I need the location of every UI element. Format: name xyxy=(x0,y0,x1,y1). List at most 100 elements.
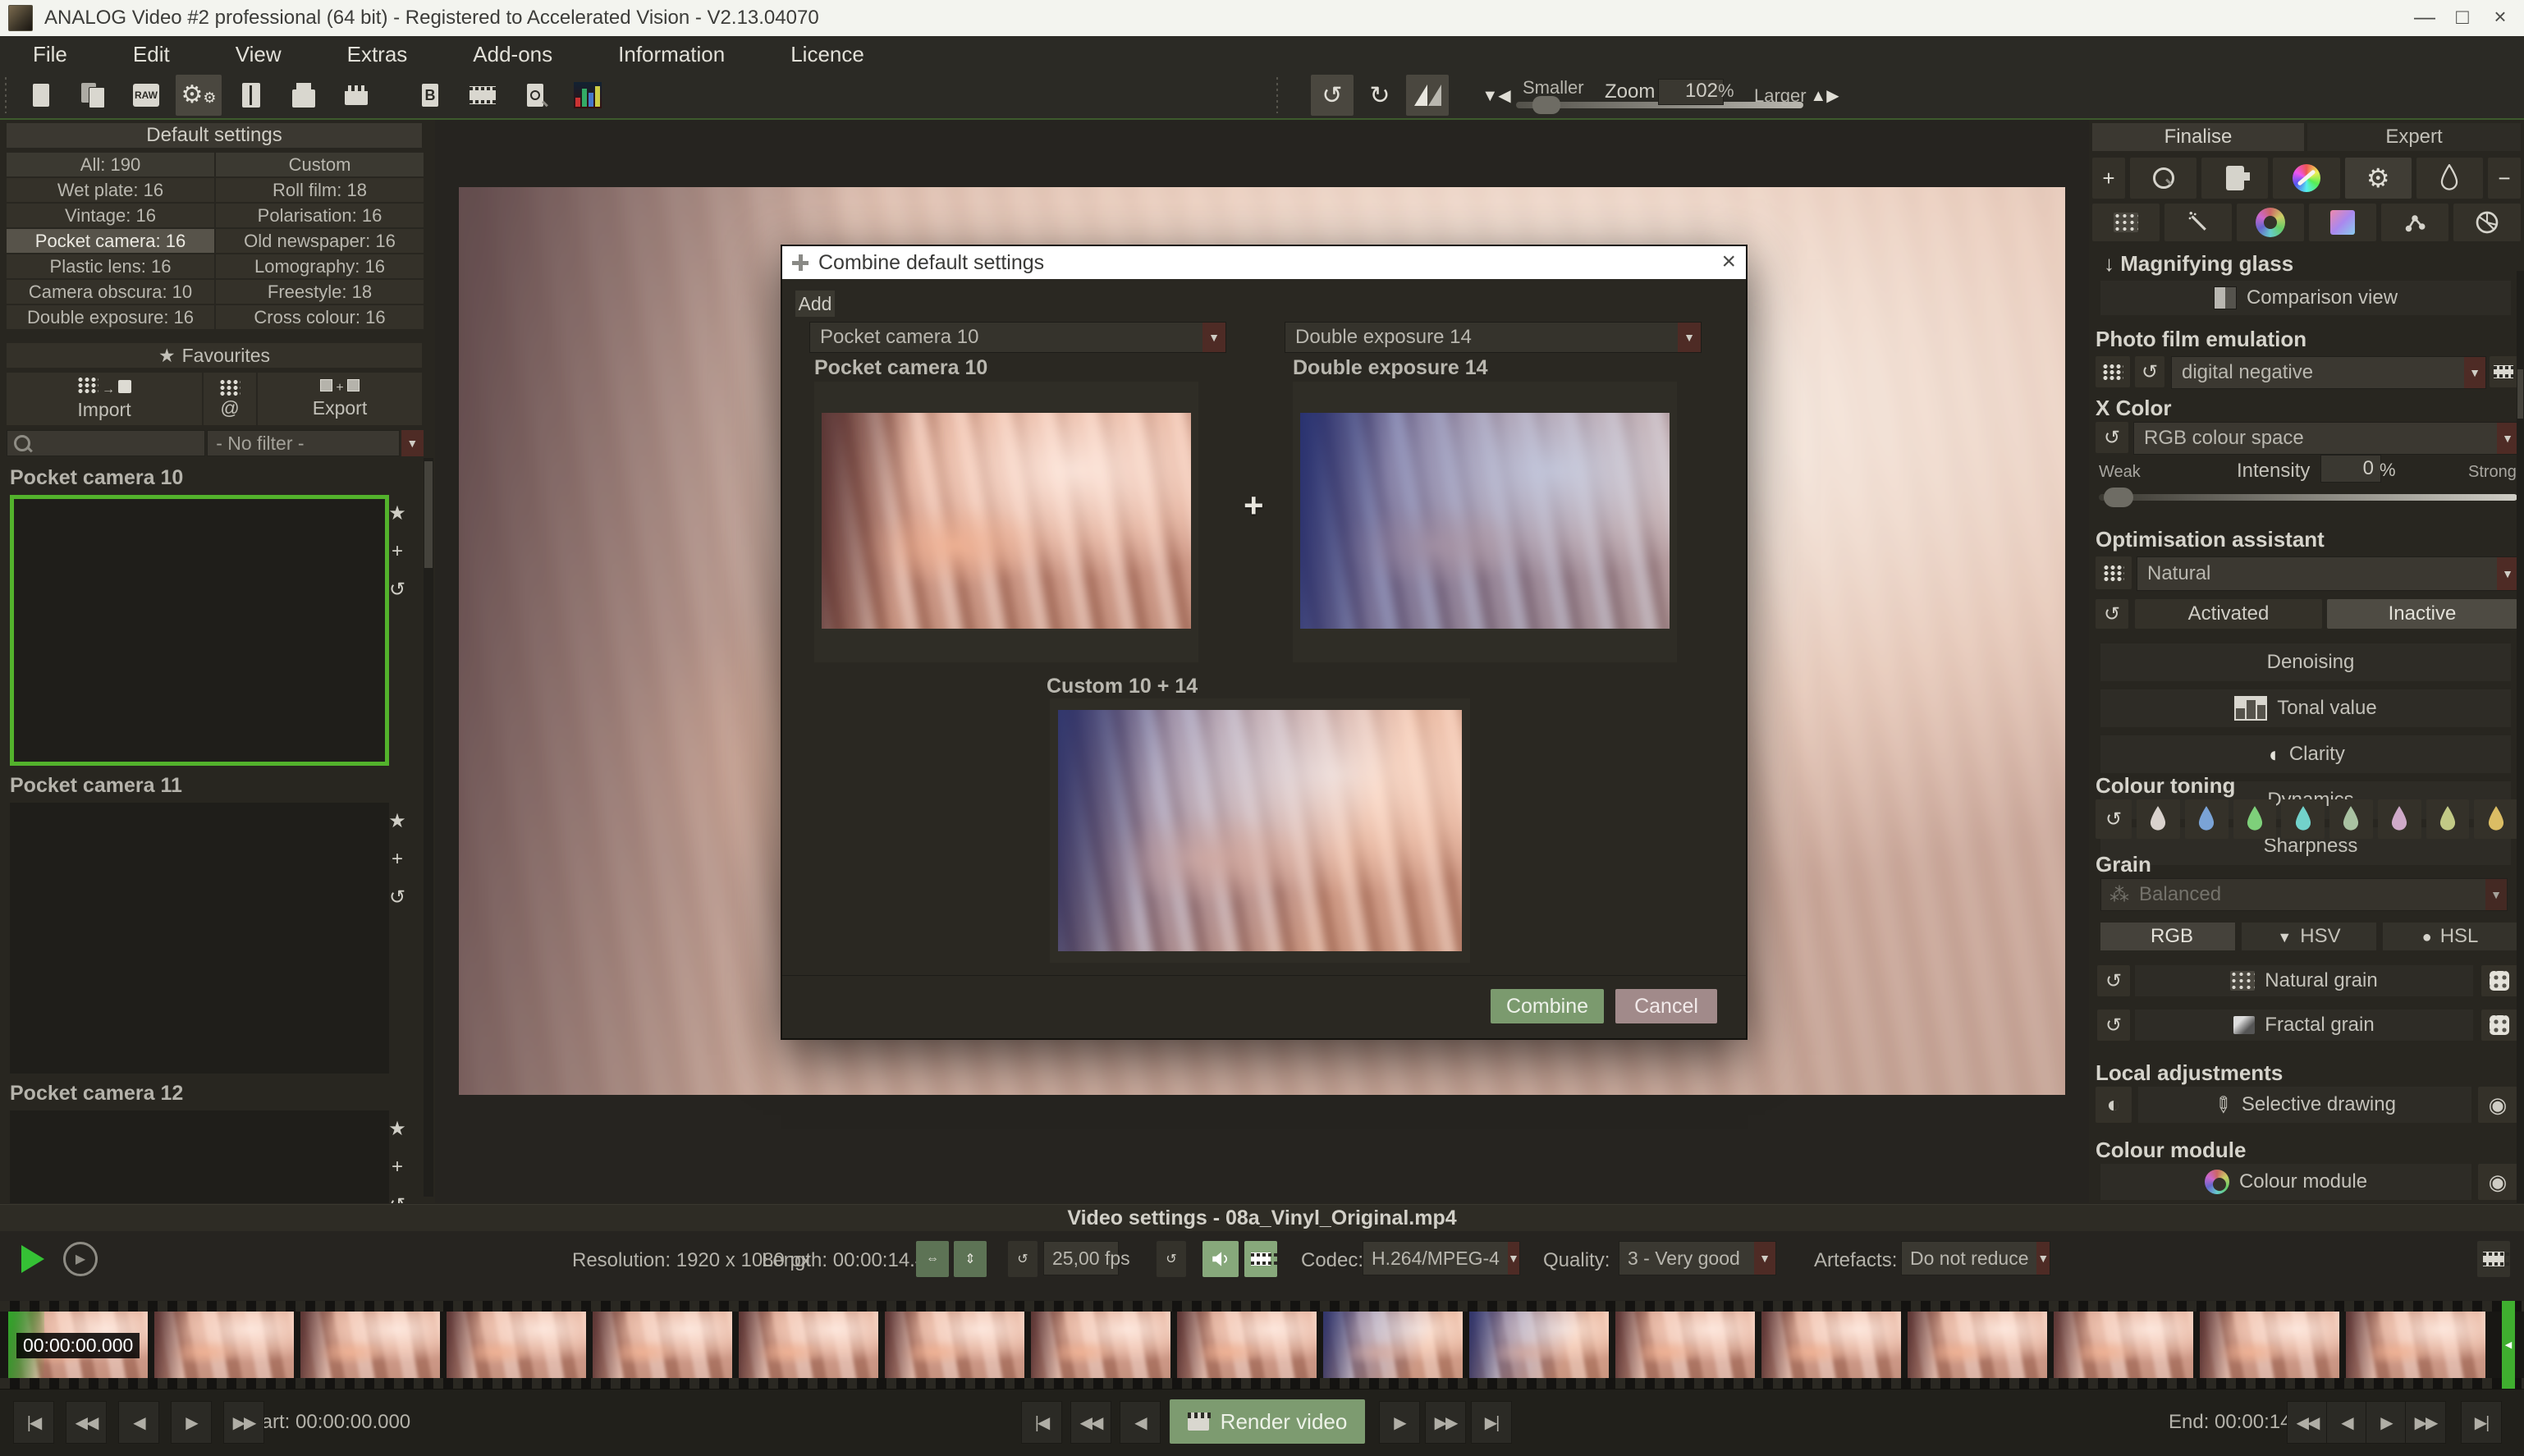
timeline-frame-8[interactable] xyxy=(1031,1312,1170,1378)
category-freestyle-18[interactable]: Freestyle: 18 xyxy=(216,280,424,304)
category-vintage-16[interactable]: Vintage: 16 xyxy=(7,204,214,227)
favourite-star-icon[interactable]: ★ xyxy=(388,1117,406,1141)
curves-icon[interactable]: B xyxy=(407,75,453,116)
eye-icon[interactable]: ◉ xyxy=(2478,1164,2517,1200)
jump-start-button[interactable]: |◀ xyxy=(1021,1401,1062,1444)
menu-item-information[interactable]: Information xyxy=(585,36,758,72)
timeline-frame-7[interactable] xyxy=(885,1312,1024,1378)
preview-play-button[interactable] xyxy=(13,1241,53,1277)
zoom-value-input[interactable]: 102 xyxy=(1658,79,1724,105)
scrollbar-thumb[interactable] xyxy=(424,461,433,568)
reset-icon[interactable]: ↺ xyxy=(389,578,405,602)
preset-grid-icon[interactable] xyxy=(2096,356,2130,387)
menu-item-extras[interactable]: Extras xyxy=(314,36,441,72)
menu-item-edit[interactable]: Edit xyxy=(100,36,203,72)
dropdown-arrow-icon[interactable]: ▼ xyxy=(2036,1242,2050,1275)
search-icon[interactable] xyxy=(2130,158,2196,199)
reset-icon[interactable]: ↺ xyxy=(2097,965,2130,996)
dropdown-arrow-icon[interactable]: ▼ xyxy=(2485,879,2507,910)
colour-space-dropdown[interactable]: RGB colour space ▼ xyxy=(2133,422,2519,455)
dialog-close-icon[interactable]: × xyxy=(1721,248,1736,276)
resize-height-icon[interactable]: ⇕ xyxy=(954,1241,987,1277)
colour-cube-icon[interactable] xyxy=(2309,204,2376,241)
colour-wheel-icon[interactable] xyxy=(2237,204,2304,241)
right-preset-dropdown[interactable]: Double exposure 14 ▼ xyxy=(1285,322,1702,353)
category-old-newspaper-16[interactable]: Old newspaper: 16 xyxy=(216,229,424,253)
colour-ball-icon[interactable] xyxy=(2273,158,2339,199)
droplet-icon[interactable] xyxy=(2416,158,2483,199)
quality-dropdown[interactable]: 3 - Very good ▼ xyxy=(1619,1241,1776,1275)
import-button[interactable]: → Import xyxy=(7,373,202,425)
tools-panel-scrollbar[interactable] xyxy=(2517,271,2524,1203)
retouch-wand-icon[interactable] xyxy=(2164,204,2232,241)
timeline-frame-10[interactable] xyxy=(1323,1312,1463,1378)
add-tab[interactable]: Add xyxy=(795,291,835,317)
timeline-frame-2[interactable] xyxy=(154,1312,294,1378)
loop-play-button[interactable]: ▶ xyxy=(61,1241,100,1277)
menu-item-file[interactable]: File xyxy=(0,36,100,72)
export-frame-icon[interactable] xyxy=(2477,1241,2510,1277)
toning-droplet-icon-4[interactable] xyxy=(2281,799,2325,839)
fast-forward-button[interactable]: ▶▶ xyxy=(1425,1401,1466,1444)
timeline-frame-12[interactable] xyxy=(1615,1312,1755,1378)
fast-rewind-button[interactable]: ◀◀ xyxy=(2287,1401,2328,1444)
dice-random-icon[interactable] xyxy=(2481,965,2517,996)
category-double-exposure-16[interactable]: Double exposure: 16 xyxy=(7,305,214,329)
resize-width-icon[interactable]: ⇔ xyxy=(916,1241,949,1277)
tab-finalise[interactable]: Finalise xyxy=(2092,123,2304,151)
history-icon[interactable]: ↺ xyxy=(1311,75,1354,116)
reset-icon[interactable]: ↺ xyxy=(2096,422,2128,453)
codec-dropdown[interactable]: H.264/MPEG-4 ▼ xyxy=(1363,1241,1520,1275)
favourites-button[interactable]: ★Favourites xyxy=(7,343,422,368)
menu-item-licence[interactable]: Licence xyxy=(758,36,897,72)
fast-forward-button[interactable]: ▶▶ xyxy=(2405,1401,2446,1444)
timeline-frame-13[interactable] xyxy=(1761,1312,1901,1378)
filter-dropdown[interactable]: - No filter - xyxy=(207,430,399,456)
preset-thumbnail-pocket-camera-10[interactable]: ★+↺ xyxy=(10,495,389,766)
film-canister-icon[interactable] xyxy=(2201,158,2268,199)
print-icon[interactable] xyxy=(281,75,327,116)
step-back-button[interactable]: ◀ xyxy=(118,1401,159,1444)
close-button[interactable]: × xyxy=(2481,0,2519,33)
category-plastic-lens-16[interactable]: Plastic lens: 16 xyxy=(7,254,214,278)
add-icon[interactable]: + xyxy=(2092,158,2125,199)
preset-search-button[interactable]: @ xyxy=(204,373,256,425)
filmstrip-icon[interactable] xyxy=(460,75,506,116)
dropdown-arrow-icon[interactable]: ▼ xyxy=(2497,557,2518,590)
timeline-frame-16[interactable] xyxy=(2200,1312,2339,1378)
expand-view-icon[interactable]: ▲▶ xyxy=(1803,75,1846,116)
timeline-end-marker[interactable]: ◀ xyxy=(2502,1301,2515,1389)
fast-rewind-button[interactable]: ◀◀ xyxy=(1070,1401,1111,1444)
add-icon[interactable]: + xyxy=(392,1156,403,1179)
reset-icon[interactable]: ↺ xyxy=(389,1193,405,1203)
category-custom[interactable]: Custom xyxy=(216,153,424,176)
reset-icon[interactable]: ↺ xyxy=(389,886,405,909)
toning-droplet-icon-3[interactable] xyxy=(2233,799,2277,839)
reset-icon[interactable]: ↺ xyxy=(2096,599,2128,629)
fast-rewind-button[interactable]: ◀◀ xyxy=(66,1401,107,1444)
film-settings-button[interactable] xyxy=(1244,1241,1277,1277)
category-roll-film-18[interactable]: Roll film: 18 xyxy=(216,178,424,202)
filter-dropdown-arrow[interactable]: ▼ xyxy=(401,430,424,456)
add-icon[interactable]: + xyxy=(392,848,403,871)
toning-droplet-icon-6[interactable] xyxy=(2378,799,2421,839)
reset-icon[interactable]: ↺ xyxy=(1008,1241,1038,1277)
raw-develop-icon[interactable]: RAW xyxy=(123,75,169,116)
grain-mode-hsv[interactable]: ▼HSV xyxy=(2242,923,2376,950)
redo-icon[interactable]: ↻ xyxy=(1358,75,1401,116)
category-camera-obscura-10[interactable]: Camera obscura: 10 xyxy=(7,280,214,304)
category-all-190[interactable]: All: 190 xyxy=(7,153,214,176)
inactive-button[interactable]: Inactive xyxy=(2327,599,2517,629)
dropdown-arrow-icon[interactable]: ▼ xyxy=(2464,357,2485,388)
tonal-value-button[interactable]: Tonal value xyxy=(2100,689,2511,727)
contrast-icon[interactable]: ◐ xyxy=(2096,1087,2132,1123)
timeline[interactable]: 00:00:00.000 ◀ xyxy=(0,1301,2524,1389)
dice-random-icon[interactable] xyxy=(2481,1010,2517,1041)
category-lomography-16[interactable]: Lomography: 16 xyxy=(216,254,424,278)
timeline-frame-1[interactable]: 00:00:00.000 xyxy=(8,1312,148,1378)
batch-settings-icon[interactable]: ⚙⚙ xyxy=(176,75,222,116)
timeline-frame-14[interactable] xyxy=(1908,1312,2047,1378)
dropdown-arrow-icon[interactable]: ▼ xyxy=(1678,323,1701,352)
preset-grid-icon[interactable] xyxy=(2096,556,2132,589)
export-button[interactable]: + Export xyxy=(258,373,422,425)
